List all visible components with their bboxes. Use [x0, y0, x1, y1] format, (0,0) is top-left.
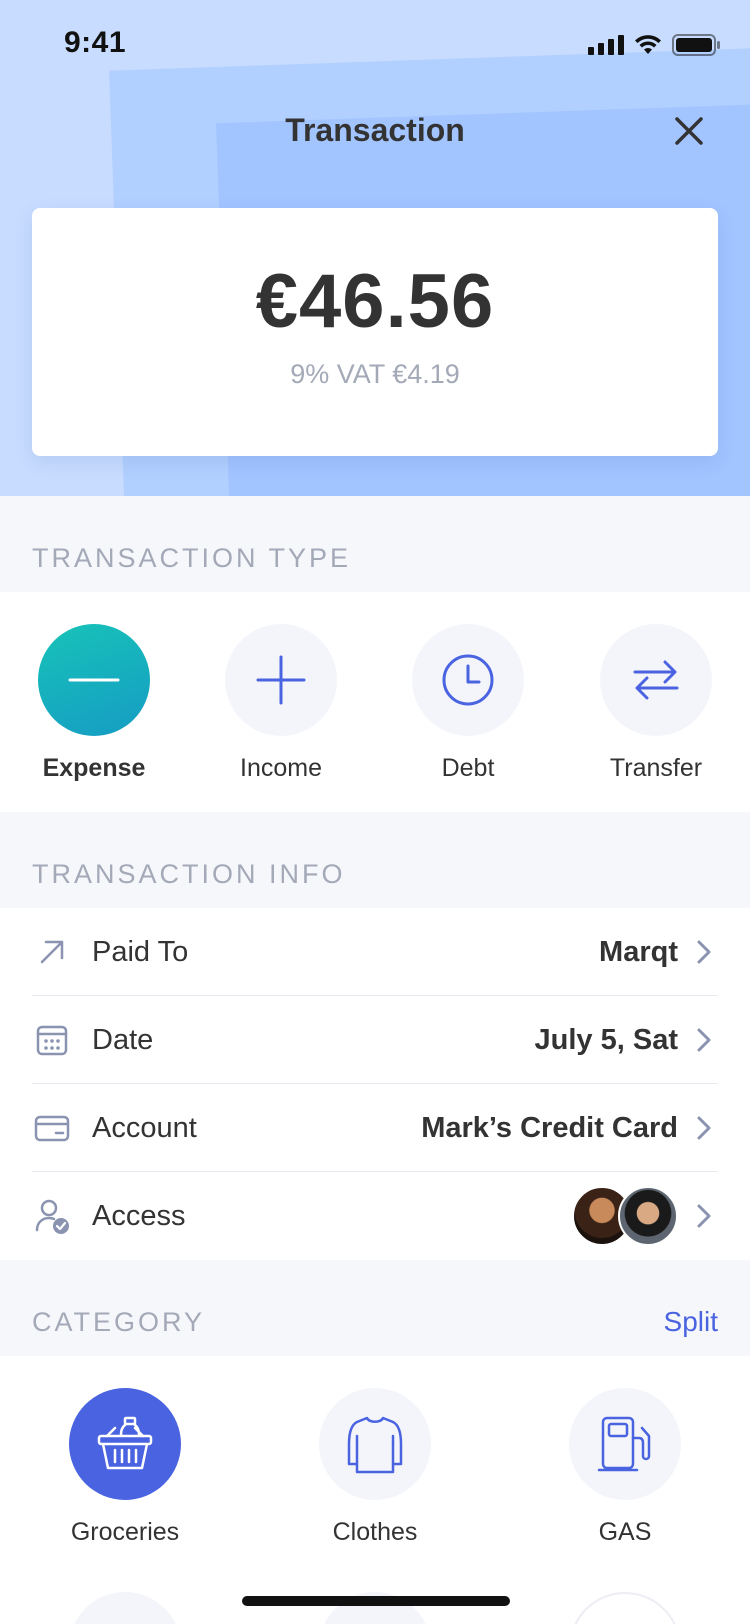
clock-icon: [442, 654, 494, 706]
header: 9:41 Transaction €46.56 9% VAT €4.19: [0, 0, 750, 496]
wifi-icon: [635, 35, 661, 54]
info-label: Date: [92, 1024, 154, 1056]
type-transfer[interactable]: Transfer: [581, 624, 731, 783]
category-header: CATEGORY Split: [0, 1260, 750, 1356]
category-gas[interactable]: GAS: [525, 1388, 725, 1547]
type-expense[interactable]: Expense: [19, 624, 169, 783]
amount-value: €46.56: [255, 259, 495, 344]
type-expense-circle[interactable]: [38, 624, 150, 736]
access-avatars: [572, 1186, 678, 1246]
section-title: CATEGORY: [32, 1307, 206, 1337]
chevron-right-icon: [697, 1116, 711, 1140]
section-title: TRANSACTION INFO: [32, 859, 346, 889]
status-bar: 9:41: [0, 0, 750, 90]
home-indicator[interactable]: [242, 1596, 510, 1606]
category-grid: Groceries Clothes GAS: [0, 1356, 750, 1624]
status-icons: [588, 34, 720, 56]
category-groceries-circle[interactable]: [69, 1388, 181, 1500]
split-button[interactable]: Split: [664, 1306, 718, 1338]
page-title: Transaction: [285, 112, 465, 148]
minus-icon: [68, 678, 120, 682]
info-value: Marqt: [599, 936, 678, 968]
type-label: Debt: [441, 754, 495, 782]
gas-pump-icon: [597, 1416, 651, 1472]
type-income[interactable]: Income: [206, 624, 356, 783]
type-label: Income: [240, 754, 322, 782]
grocery-basket-icon: [97, 1416, 153, 1470]
type-debt[interactable]: Debt: [393, 624, 543, 783]
arrow-up-right-icon: [40, 940, 64, 964]
info-value: Mark’s Credit Card: [421, 1112, 678, 1144]
status-time: 9:41: [64, 26, 127, 59]
category-label: GAS: [598, 1518, 652, 1546]
type-debt-circle[interactable]: [412, 624, 524, 736]
info-label: Paid To: [92, 936, 189, 968]
plus-icon: [256, 655, 306, 705]
info-value: July 5, Sat: [534, 1024, 678, 1056]
avatar: [618, 1186, 678, 1246]
chevron-right-icon: [697, 1028, 711, 1052]
info-row-access[interactable]: Access: [32, 1172, 718, 1260]
chevron-right-icon: [697, 940, 711, 964]
info-label: Access: [92, 1200, 186, 1232]
amount-card[interactable]: €46.56 9% VAT €4.19: [32, 208, 718, 456]
transaction-type-header: TRANSACTION TYPE: [0, 496, 750, 592]
info-row-paid-to[interactable]: Paid To Marqt: [32, 908, 718, 996]
battery-icon: [672, 34, 720, 56]
credit-card-icon: [34, 1115, 70, 1142]
info-row-account[interactable]: Account Mark’s Credit Card: [32, 1084, 718, 1172]
close-icon[interactable]: [670, 112, 708, 150]
user-check-icon: [35, 1199, 69, 1234]
info-label: Account: [92, 1112, 197, 1144]
category-circle-partial[interactable]: [69, 1592, 181, 1624]
shirt-icon: [347, 1416, 403, 1474]
section-title: TRANSACTION TYPE: [32, 543, 352, 573]
chevron-right-icon: [697, 1204, 711, 1228]
type-income-circle[interactable]: [225, 624, 337, 736]
calendar-icon: [36, 1025, 68, 1056]
type-label: Expense: [42, 754, 146, 782]
category-circle-partial[interactable]: [569, 1592, 681, 1624]
category-label: Groceries: [70, 1518, 180, 1546]
type-label: Transfer: [609, 754, 703, 782]
category-groceries[interactable]: Groceries: [25, 1388, 225, 1547]
transaction-type-selector: Expense Income Debt Transfer: [0, 592, 750, 812]
category-clothes[interactable]: Clothes: [275, 1388, 475, 1547]
category-label: Clothes: [332, 1518, 418, 1546]
transaction-info-list: Paid To Marqt Date July 5, Sat Account M…: [0, 908, 750, 1260]
category-clothes-circle[interactable]: [319, 1388, 431, 1500]
signal-icon: [588, 35, 624, 55]
category-gas-circle[interactable]: [569, 1388, 681, 1500]
type-transfer-circle[interactable]: [600, 624, 712, 736]
vat-amount: 9% VAT €4.19: [290, 359, 460, 389]
transfer-arrows-icon: [633, 660, 679, 700]
transaction-info-header: TRANSACTION INFO: [0, 812, 750, 908]
info-row-date[interactable]: Date July 5, Sat: [32, 996, 718, 1084]
